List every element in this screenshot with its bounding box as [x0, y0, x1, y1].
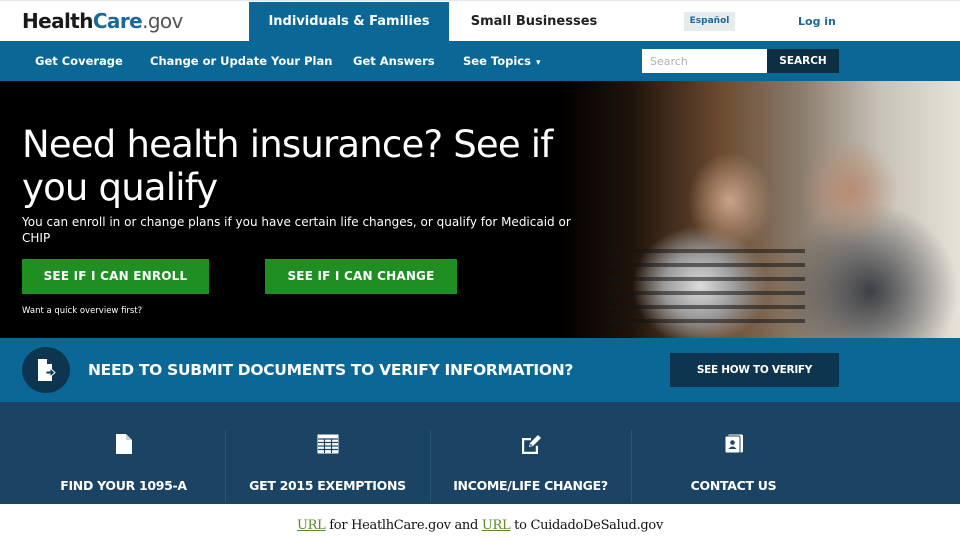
photo-detail — [605, 319, 805, 323]
tab-small-businesses[interactable]: Small Businesses — [449, 2, 619, 42]
quick-link-label: GET 2015 EXEMPTIONS — [249, 478, 406, 493]
photo-detail — [605, 249, 805, 253]
espanol-language-button[interactable]: Español — [684, 12, 735, 31]
nav-change-update-plan[interactable]: Change or Update Your Plan — [150, 41, 332, 81]
qi-icon-wrap — [22, 434, 225, 456]
caption-text: to CuidadoDeSalud.gov — [510, 518, 664, 533]
hero-photo-couple — [560, 81, 960, 338]
chevron-down-icon: ▾ — [535, 58, 541, 68]
photo-detail — [605, 263, 805, 267]
quick-link-label: CONTACT US — [690, 478, 777, 493]
nav-see-topics[interactable]: See Topics ▾ — [463, 41, 540, 81]
healthcare-gov-url-link[interactable]: URL — [297, 518, 326, 533]
search-input[interactable] — [642, 49, 767, 73]
hero-section: Need health insurance? See if you qualif… — [0, 81, 960, 338]
document-icon — [115, 434, 132, 454]
qi-icon-wrap — [632, 434, 835, 456]
photo-detail — [605, 291, 805, 295]
quick-link-find-1095a[interactable]: FIND YOUR 1095-A — [22, 430, 225, 502]
photo-detail — [605, 305, 805, 309]
document-arrow-icon — [38, 359, 56, 381]
see-how-to-verify-button[interactable]: SEE HOW TO VERIFY — [670, 353, 839, 387]
quick-link-income-life-change[interactable]: INCOME/LIFE CHANGE? — [431, 430, 630, 502]
spreadsheet-icon — [317, 434, 338, 454]
caption-text: for HeatlhCare.gov and — [325, 518, 482, 533]
hero-title: Need health insurance? See if you qualif… — [22, 123, 553, 209]
photo-detail — [605, 277, 805, 281]
see-if-i-can-enroll-button[interactable]: SEE IF I CAN ENROLL — [22, 259, 209, 294]
healthcare-gov-logo[interactable]: HealthCare.gov — [22, 9, 183, 33]
qi-icon-wrap — [431, 434, 630, 456]
slide-caption: URL for HeatlhCare.gov and URL to Cuidad… — [0, 516, 960, 536]
cuidadodesalud-gov-url-link[interactable]: URL — [482, 518, 511, 533]
tab-individuals-families[interactable]: Individuals & Families — [249, 2, 449, 42]
login-link[interactable]: Log in — [798, 13, 836, 30]
quick-link-2015-exemptions[interactable]: GET 2015 EXEMPTIONS — [226, 430, 429, 502]
nav-get-answers[interactable]: Get Answers — [353, 41, 435, 81]
quick-overview-link[interactable]: Want a quick overview first? — [22, 306, 142, 316]
nav-see-topics-label: See Topics — [463, 54, 531, 68]
quick-link-label: INCOME/LIFE CHANGE? — [453, 478, 608, 493]
quick-link-label: FIND YOUR 1095-A — [60, 478, 187, 493]
contact-card-icon — [724, 434, 743, 454]
site-header: HealthCare.gov Individuals & Families Sm… — [0, 0, 960, 42]
quick-links-bar: FIND YOUR 1095-A GET 2015 EXEMPTIONS INC… — [0, 402, 960, 504]
hero-subtitle: You can enroll in or change plans if you… — [22, 215, 571, 245]
search-button[interactable]: SEARCH — [767, 49, 839, 73]
verify-documents-banner: NEED TO SUBMIT DOCUMENTS TO VERIFY INFOR… — [0, 338, 960, 402]
edit-icon — [521, 435, 541, 454]
main-navigation: Get Coverage Change or Update Your Plan … — [0, 41, 960, 81]
quick-link-contact-us[interactable]: CONTACT US — [632, 430, 835, 502]
verify-icon-badge — [22, 347, 70, 393]
qi-icon-wrap — [226, 434, 429, 456]
see-if-i-can-change-button[interactable]: SEE IF I CAN CHANGE — [265, 259, 457, 294]
nav-get-coverage[interactable]: Get Coverage — [35, 41, 123, 81]
verify-banner-text: NEED TO SUBMIT DOCUMENTS TO VERIFY INFOR… — [88, 361, 574, 379]
